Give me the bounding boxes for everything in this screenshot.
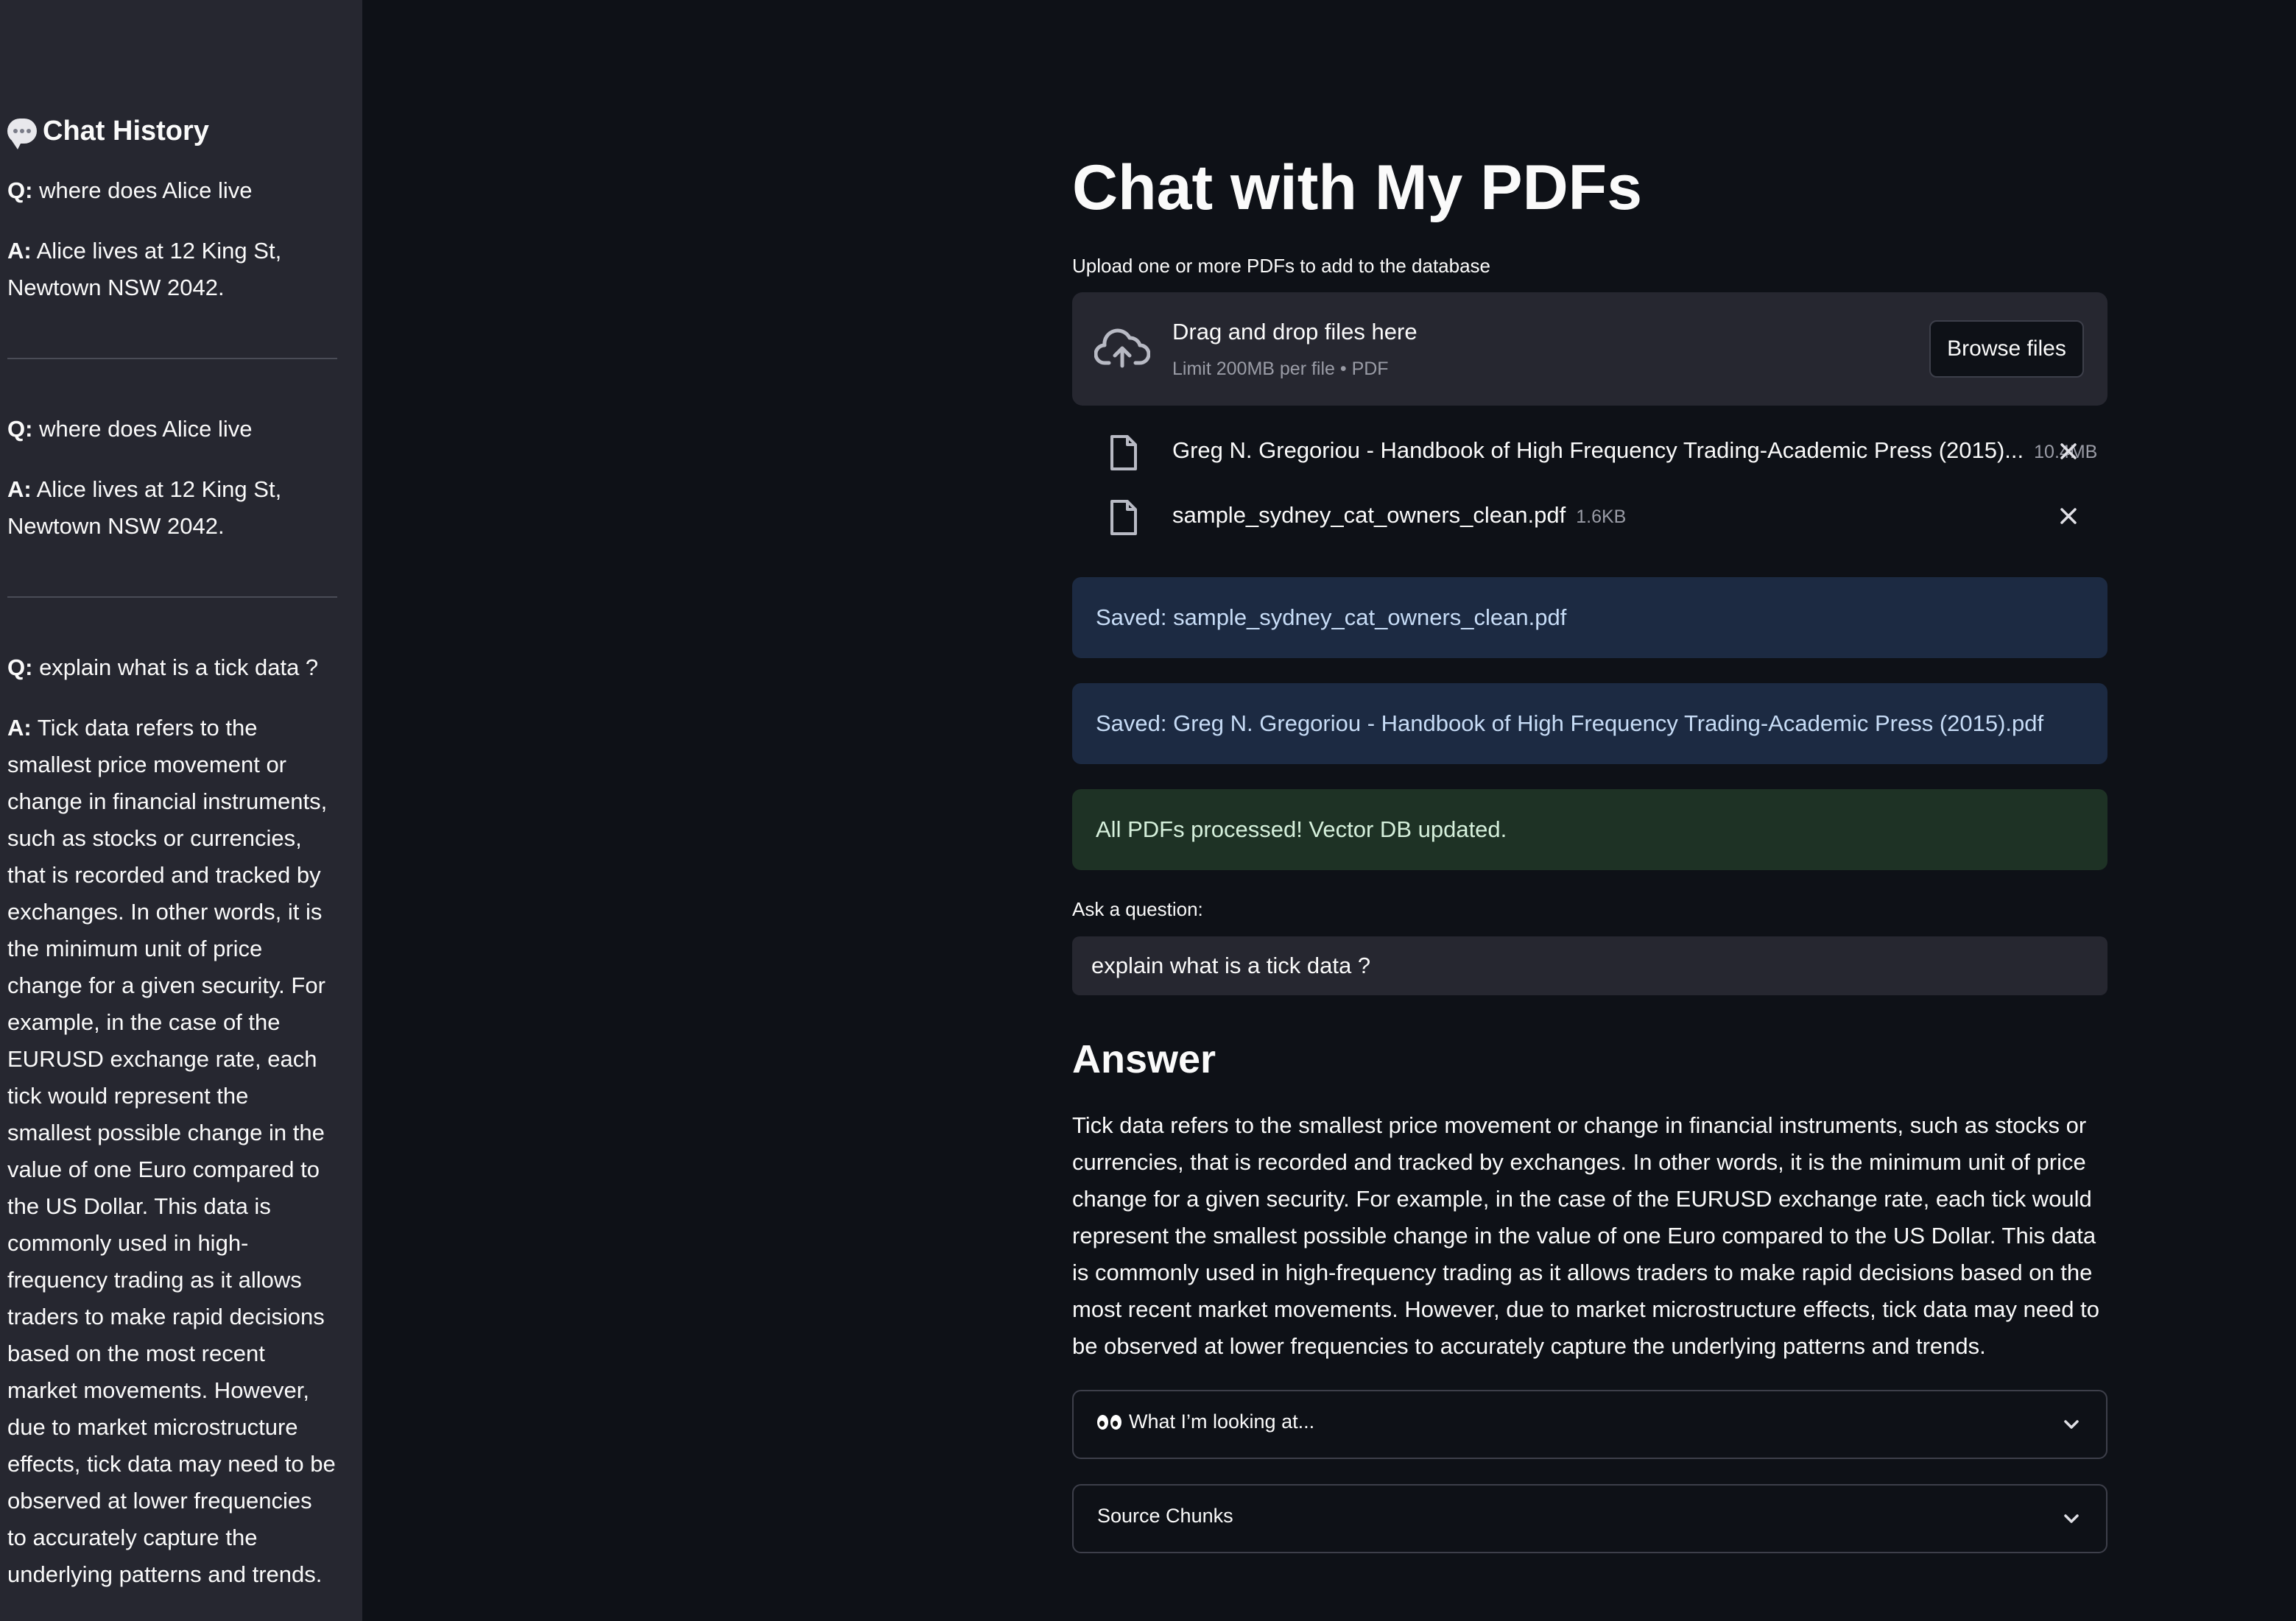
chevron-down-icon	[2064, 1514, 2079, 1523]
answer-text: Alice lives at 12 King St, Newtown NSW 2…	[7, 476, 282, 539]
file-name: sample_sydney_cat_owners_clean.pdf 1.6KB	[1172, 502, 1626, 529]
question-text: where does Alice live	[39, 177, 253, 203]
uploaded-file-item: sample_sydney_cat_owners_clean.pdf 1.6KB	[1072, 496, 2107, 540]
close-icon[interactable]	[2056, 504, 2081, 529]
expander-label-text: Source Chunks	[1097, 1505, 1233, 1527]
chat-entry: Q: explain what is a tick data ? A: Tick…	[7, 649, 337, 1593]
eyes-icon	[1097, 1414, 1121, 1430]
answer-text: Alice lives at 12 King St, Newtown NSW 2…	[7, 238, 282, 300]
file-icon	[1110, 500, 1137, 535]
chevron-down-icon	[2064, 1420, 2079, 1429]
what-im-looking-at-expander[interactable]: What I’m looking at...	[1072, 1390, 2107, 1459]
expander-label: What I’m looking at...	[1097, 1410, 1314, 1433]
question-label: Ask a question:	[1072, 898, 1203, 920]
dropzone-main-text: Drag and drop files here	[1172, 319, 1418, 345]
chat-question: Q: explain what is a tick data ?	[7, 649, 337, 686]
file-name-text: sample_sydney_cat_owners_clean.pdf	[1172, 502, 1566, 528]
question-prefix: Q:	[7, 416, 33, 442]
answer-text: Tick data refers to the smallest price m…	[7, 715, 336, 1587]
chat-history-panel: Chat History Q: where does Alice live A:…	[7, 110, 337, 1617]
close-icon[interactable]	[2056, 439, 2081, 464]
question-text: where does Alice live	[39, 416, 253, 442]
answer-prefix: A:	[7, 476, 32, 502]
source-chunks-expander[interactable]: Source Chunks	[1072, 1484, 2107, 1553]
divider	[7, 358, 337, 359]
file-icon	[1110, 435, 1137, 470]
chat-entry: Q: where does Alice live A: Alice lives …	[7, 411, 337, 545]
chat-history-title-text: Chat History	[43, 116, 209, 146]
question-input[interactable]	[1072, 936, 2107, 995]
file-dropzone[interactable]: Drag and drop files here Limit 200MB per…	[1072, 292, 2107, 406]
answer-prefix: A:	[7, 715, 32, 741]
chat-history-title: Chat History	[7, 110, 337, 152]
browse-files-button[interactable]: Browse files	[1929, 320, 2084, 378]
upload-label: Upload one or more PDFs to add to the da…	[1072, 255, 1491, 277]
file-name: Greg N. Gregoriou - Handbook of High Fre…	[1172, 437, 2097, 464]
uploaded-file-item: Greg N. Gregoriou - Handbook of High Fre…	[1072, 431, 2107, 476]
cloud-upload-icon	[1094, 328, 1150, 368]
info-alert: Saved: sample_sydney_cat_owners_clean.pd…	[1072, 577, 2107, 658]
dropzone-limit-text: Limit 200MB per file • PDF	[1172, 359, 1389, 379]
success-alert: All PDFs processed! Vector DB updated.	[1072, 789, 2107, 870]
chat-answer: A: Alice lives at 12 King St, Newtown NS…	[7, 471, 337, 545]
expander-label: Source Chunks	[1097, 1505, 1233, 1528]
expander-label-text: What I’m looking at...	[1129, 1410, 1315, 1433]
chat-question: Q: where does Alice live	[7, 172, 337, 209]
divider	[7, 596, 337, 598]
question-text: explain what is a tick data ?	[39, 654, 319, 680]
sidebar: Chat History Q: where does Alice live A:…	[0, 0, 362, 1621]
question-prefix: Q:	[7, 654, 33, 680]
answer-text: Tick data refers to the smallest price m…	[1072, 1112, 2099, 1359]
question-prefix: Q:	[7, 177, 33, 203]
chat-entry: Q: where does Alice live A: Alice lives …	[7, 172, 337, 306]
answer-prefix: A:	[7, 238, 32, 264]
chat-answer: A: Tick data refers to the smallest pric…	[7, 710, 337, 1593]
file-size: 1.6KB	[1576, 506, 1627, 527]
page-title: Chat with My PDFs	[1072, 152, 1643, 223]
answer-heading: Answer	[1072, 1037, 1216, 1081]
speech-bubble-icon	[7, 119, 37, 149]
file-name-text: Greg N. Gregoriou - Handbook of High Fre…	[1172, 437, 2024, 463]
chat-question: Q: where does Alice live	[7, 411, 337, 448]
chat-answer: A: Alice lives at 12 King St, Newtown NS…	[7, 233, 337, 306]
info-alert: Saved: Greg N. Gregoriou - Handbook of H…	[1072, 683, 2107, 764]
